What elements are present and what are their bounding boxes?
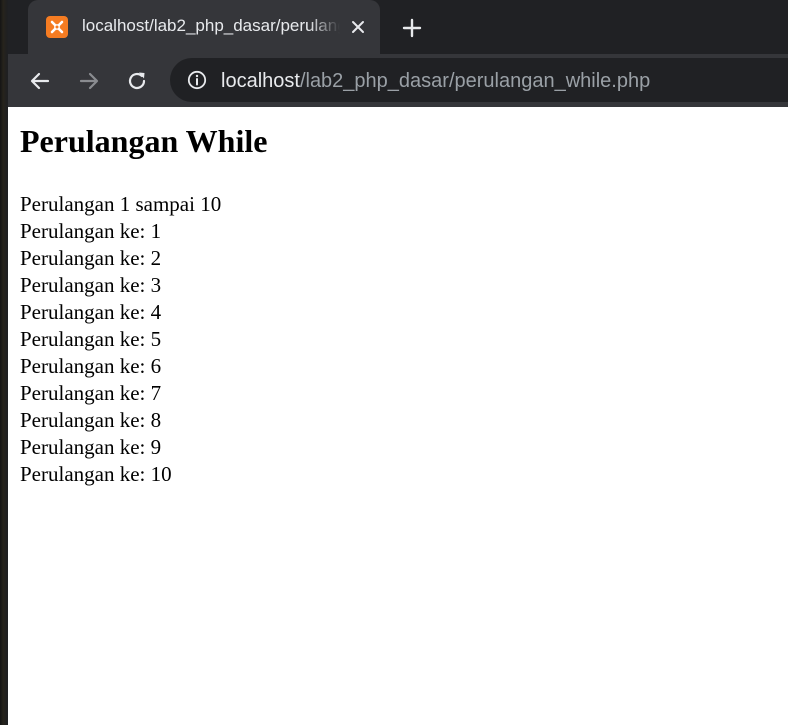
tab-strip: localhost/lab2_php_dasar/perulangan_whil… xyxy=(8,0,788,54)
loop-line: Perulangan ke: 4 xyxy=(20,300,162,324)
loop-line: Perulangan ke: 9 xyxy=(20,435,162,459)
info-icon[interactable] xyxy=(186,69,208,91)
loop-line: Perulangan ke: 1 xyxy=(20,219,162,243)
toolbar: localhost/lab2_php_dasar/perulangan_whil… xyxy=(8,54,788,107)
loop-line: Perulangan ke: 5 xyxy=(20,327,162,351)
tab-active[interactable]: localhost/lab2_php_dasar/perulangan_whil… xyxy=(28,0,380,54)
url-path: /lab2_php_dasar/perulangan_while.php xyxy=(299,70,651,92)
loop-line: Perulangan ke: 2 xyxy=(20,246,162,270)
browser-chrome: localhost/lab2_php_dasar/perulangan_whil… xyxy=(8,0,788,107)
tab-title: localhost/lab2_php_dasar/perulangan_whil… xyxy=(82,16,340,35)
plus-icon[interactable] xyxy=(398,14,426,42)
reload-icon[interactable] xyxy=(122,66,152,96)
page-title: Perulangan While xyxy=(20,123,268,159)
arrow-left-icon[interactable] xyxy=(25,66,55,96)
address-bar[interactable]: localhost/lab2_php_dasar/perulangan_whil… xyxy=(170,58,788,102)
url-text[interactable]: localhost/lab2_php_dasar/perulangan_whil… xyxy=(221,70,650,93)
xampp-icon xyxy=(46,16,68,38)
arrow-right-icon[interactable] xyxy=(74,66,104,96)
close-icon[interactable] xyxy=(346,15,370,39)
loop-line: Perulangan ke: 6 xyxy=(20,354,162,378)
loop-line: Perulangan ke: 8 xyxy=(20,408,162,432)
url-host: localhost xyxy=(221,70,300,92)
loop-line: Perulangan ke: 10 xyxy=(20,462,172,486)
loop-output: Perulangan 1 sampai 10 Perulangan ke: 1 … xyxy=(20,191,221,488)
page-content: Perulangan While Perulangan 1 sampai 10 … xyxy=(8,107,788,725)
desktop-edge xyxy=(0,0,8,725)
intro-text: Perulangan 1 sampai 10 xyxy=(20,192,222,216)
loop-line: Perulangan ke: 3 xyxy=(20,273,162,297)
loop-line: Perulangan ke: 7 xyxy=(20,381,162,405)
